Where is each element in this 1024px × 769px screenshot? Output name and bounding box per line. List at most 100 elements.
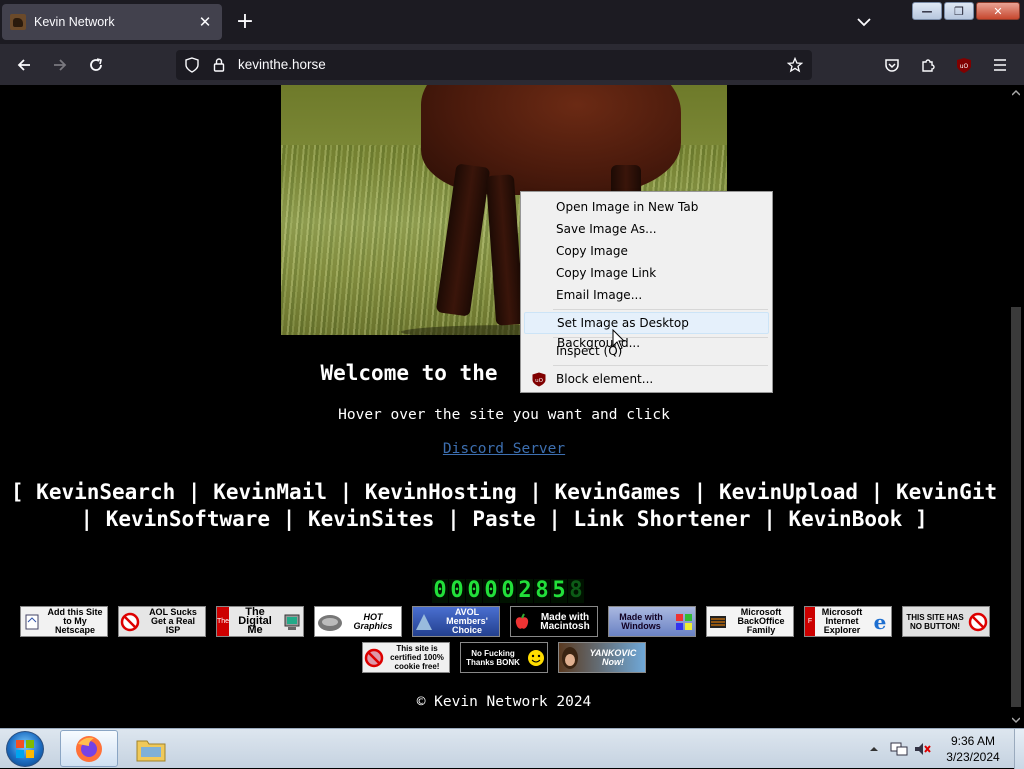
windows-icon (673, 607, 695, 636)
hot-graphics-badge[interactable]: HOT Graphics (314, 606, 402, 637)
firefox-icon (76, 735, 102, 762)
show-desktop-button[interactable] (1014, 729, 1024, 769)
visitor-counter: 0 0 0 0 0 2 8 5 8 (432, 579, 584, 603)
url-text[interactable]: kevinthe.horse (238, 57, 326, 72)
backoffice-badge[interactable]: Microsoft BackOffice Family (706, 606, 794, 637)
kevinbook-link[interactable]: KevinBook (788, 507, 902, 531)
kevinsites-link[interactable]: KevinSites (308, 507, 434, 531)
counter-digit: 0 (483, 578, 499, 603)
url-bar[interactable]: kevinthe.horse (176, 50, 812, 80)
new-tab-button[interactable]: + (232, 8, 258, 36)
made-with-windows-badge[interactable]: Made with Windows (608, 606, 696, 637)
web-page: Welcome to the Hover over the site you w… (0, 85, 1008, 728)
menu-save-image-as[interactable]: Save Image As... (524, 218, 769, 240)
made-with-macintosh-badge[interactable]: Made with Macintosh (510, 606, 598, 637)
services-bracket-open: [ (10, 480, 24, 504)
internet-explorer-badge[interactable]: F Microsoft Internet Explorer e (804, 606, 892, 637)
back-button[interactable] (10, 52, 38, 78)
page-scrollbar[interactable] (1008, 85, 1024, 728)
kevinhosting-link[interactable]: KevinHosting (365, 480, 517, 504)
menu-inspect[interactable]: Inspect (Q) (524, 340, 769, 362)
restore-button[interactable]: ❐ (944, 2, 974, 20)
free-label-icon: F (805, 607, 815, 636)
show-hidden-icons-icon[interactable] (870, 745, 878, 753)
netscape-badge[interactable]: Add this Site to My Netscape (20, 606, 108, 637)
tab-strip: Kevin Network ✕ + — ❐ ✕ (0, 0, 1024, 44)
windows-logo-icon (16, 740, 34, 758)
taskbar-file-explorer[interactable] (122, 730, 180, 767)
apple-icon (511, 607, 533, 636)
scroll-down-arrow-icon[interactable] (1012, 716, 1020, 724)
avol-badge[interactable]: AVOL Members' Choice (412, 606, 500, 637)
kevinmail-link[interactable]: KevinMail (213, 480, 327, 504)
taskbar-firefox[interactable] (60, 730, 118, 767)
no-aol-icon (119, 607, 141, 636)
tab-kevin-network[interactable]: Kevin Network ✕ (2, 4, 222, 40)
extensions-button[interactable] (914, 52, 942, 78)
bonk-badge[interactable]: No Fucking Thanks BONK (460, 642, 548, 673)
discord-server-link[interactable]: Discord Server (443, 441, 565, 457)
reload-button[interactable] (82, 52, 110, 78)
hamburger-menu-icon (994, 59, 1006, 71)
start-button[interactable] (6, 731, 44, 767)
menu-set-desktop-background[interactable]: Set Image as Desktop Background... (524, 312, 769, 350)
services-nav: [ KevinSearch | KevinMail | KevinHosting… (10, 480, 998, 531)
menu-email-image[interactable]: Email Image... (524, 284, 769, 306)
menu-block-element[interactable]: uO Block element... (524, 368, 769, 390)
forward-button[interactable] (46, 52, 74, 78)
ublock-button[interactable]: uO (950, 52, 978, 78)
counter-digit: 0 (449, 578, 465, 603)
discord-link-container: Discord Server (0, 441, 1008, 457)
close-window-button[interactable]: ✕ (976, 2, 1020, 20)
no-button-badge[interactable]: THIS SITE HAS NO BUTTON! (902, 606, 990, 637)
tab-title: Kevin Network (34, 15, 115, 29)
netscape-icon (21, 607, 43, 636)
badge-text: This site is certified 100% cookie free! (390, 644, 444, 671)
kevinupload-link[interactable]: KevinUpload (719, 480, 858, 504)
lock-icon[interactable] (213, 57, 225, 73)
bookmark-star-icon[interactable] (787, 57, 803, 73)
clock-date: 3/23/2024 (946, 750, 1000, 764)
scroll-thumb[interactable] (1011, 307, 1021, 707)
menu-copy-image[interactable]: Copy Image (524, 240, 769, 262)
copyright-footer: © Kevin Network 2024 (416, 694, 592, 710)
menu-open-image-new-tab[interactable]: Open Image in New Tab (524, 196, 769, 218)
yankovic-badge[interactable]: YANKOVIC Now! (558, 642, 646, 673)
close-tab-icon[interactable]: ✕ (196, 13, 214, 31)
menu-copy-image-link[interactable]: Copy Image Link (524, 262, 769, 284)
scroll-up-arrow-icon[interactable] (1012, 89, 1020, 97)
shield-icon[interactable] (185, 57, 199, 73)
aol-sucks-badge[interactable]: AOL Sucks Get a Real ISP (118, 606, 206, 637)
kevingit-link[interactable]: KevinGit (896, 480, 997, 504)
clock-time: 9:36 AM (950, 734, 996, 748)
yankovic-icon (559, 643, 581, 672)
kevinsoftware-link[interactable]: KevinSoftware (106, 507, 270, 531)
app-menu-button[interactable] (986, 52, 1014, 78)
pocket-button[interactable] (878, 52, 906, 78)
window-controls: — ❐ ✕ (912, 2, 1020, 20)
welcome-heading: Welcome to the (320, 361, 498, 385)
minimize-button[interactable]: — (912, 2, 942, 20)
cookie-free-badge[interactable]: This site is certified 100% cookie free! (362, 642, 450, 673)
network-icon[interactable] (890, 741, 908, 757)
paste-link[interactable]: Paste (472, 507, 535, 531)
badge-text: Microsoft BackOffice Family (737, 607, 785, 635)
counter-digit: 8 (534, 578, 550, 603)
badges-row-1: Add this Site to My Netscape AOL Sucks G… (20, 606, 990, 637)
kevinsearch-link[interactable]: KevinSearch (36, 480, 175, 504)
link-shortener-link[interactable]: Link Shortener (574, 507, 751, 531)
forward-arrow-icon (54, 59, 67, 71)
system-clock[interactable]: 9:36 AM 3/23/2024 (940, 733, 1006, 765)
bonk-icon (525, 643, 547, 672)
list-all-tabs-button[interactable] (850, 10, 878, 34)
counter-digit: 0 (466, 578, 482, 603)
ie-icon: e (869, 607, 891, 636)
badge-text: The Digital Me (238, 606, 272, 636)
puzzle-icon (922, 59, 935, 72)
svg-text:uO: uO (960, 63, 969, 70)
kevingames-link[interactable]: KevinGames (555, 480, 681, 504)
badge-text: THIS SITE HAS NO BUTTON! (906, 612, 964, 631)
reload-icon (90, 58, 102, 71)
volume-muted-icon[interactable] (914, 741, 932, 757)
digital-me-badge[interactable]: The The Digital Me (216, 606, 304, 637)
